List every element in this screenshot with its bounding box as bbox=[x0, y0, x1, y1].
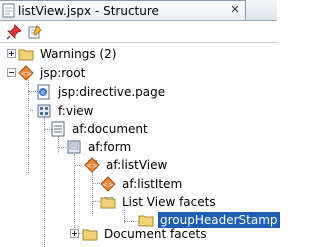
structure-tree: Warnings (2) <> jsp:root e jsp:directive… bbox=[0, 43, 280, 247]
jsp-root-icon: <> bbox=[18, 65, 34, 81]
tree-line bbox=[28, 110, 33, 112]
svg-text:<>: <> bbox=[86, 162, 98, 170]
folder-icon bbox=[100, 197, 116, 209]
tree-node-label: Document facets bbox=[104, 227, 207, 241]
title-bar: listView.jspx - Structure ✕ bbox=[0, 0, 277, 21]
folder-icon bbox=[82, 229, 98, 241]
expand-toggle[interactable] bbox=[7, 49, 16, 58]
tree-line bbox=[124, 221, 138, 223]
folder-icon bbox=[18, 49, 34, 61]
tree-node-label: af:form bbox=[88, 140, 132, 154]
tree-line bbox=[44, 117, 46, 247]
close-icon[interactable]: ✕ bbox=[229, 4, 241, 16]
edit-properties-icon[interactable] bbox=[27, 24, 43, 40]
svg-text:e: e bbox=[41, 89, 45, 97]
list-item-icon: <> bbox=[100, 176, 116, 192]
collapse-toggle[interactable] bbox=[7, 68, 16, 77]
tree-node-label: af:document bbox=[72, 122, 148, 136]
tree-line bbox=[92, 172, 94, 216]
tree-node-label: jsp:directive.page bbox=[58, 85, 166, 99]
tree-node-label: jsp:root bbox=[40, 66, 86, 80]
tree-line bbox=[92, 183, 100, 185]
list-view-icon: <> bbox=[84, 157, 100, 173]
toolbar bbox=[0, 21, 277, 43]
tree-line bbox=[74, 165, 82, 167]
tree-line bbox=[58, 147, 66, 149]
tree-node-label: f:view bbox=[58, 104, 94, 118]
tree-node-label: Warnings (2) bbox=[40, 47, 117, 61]
directive-page-icon: e bbox=[37, 84, 50, 100]
svg-text:<>: <> bbox=[20, 70, 32, 78]
tab-title: listView.jspx - Structure bbox=[18, 4, 159, 18]
jspx-file-icon bbox=[2, 3, 15, 18]
tree-node-label: List View facets bbox=[122, 195, 216, 209]
document-icon bbox=[51, 121, 65, 137]
tree-line bbox=[58, 136, 60, 154]
form-icon bbox=[67, 140, 81, 154]
expand-toggle[interactable] bbox=[70, 229, 79, 238]
view-icon bbox=[37, 104, 51, 118]
tree-line bbox=[28, 80, 30, 173]
svg-text:<>: <> bbox=[102, 181, 114, 189]
tree-node-label: af:listItem bbox=[122, 177, 183, 191]
tab-structure[interactable]: listView.jspx - Structure ✕ bbox=[0, 0, 246, 20]
pin-icon[interactable] bbox=[6, 24, 22, 40]
tree-line bbox=[92, 201, 100, 203]
tree-node-label: af:listView bbox=[106, 158, 168, 172]
